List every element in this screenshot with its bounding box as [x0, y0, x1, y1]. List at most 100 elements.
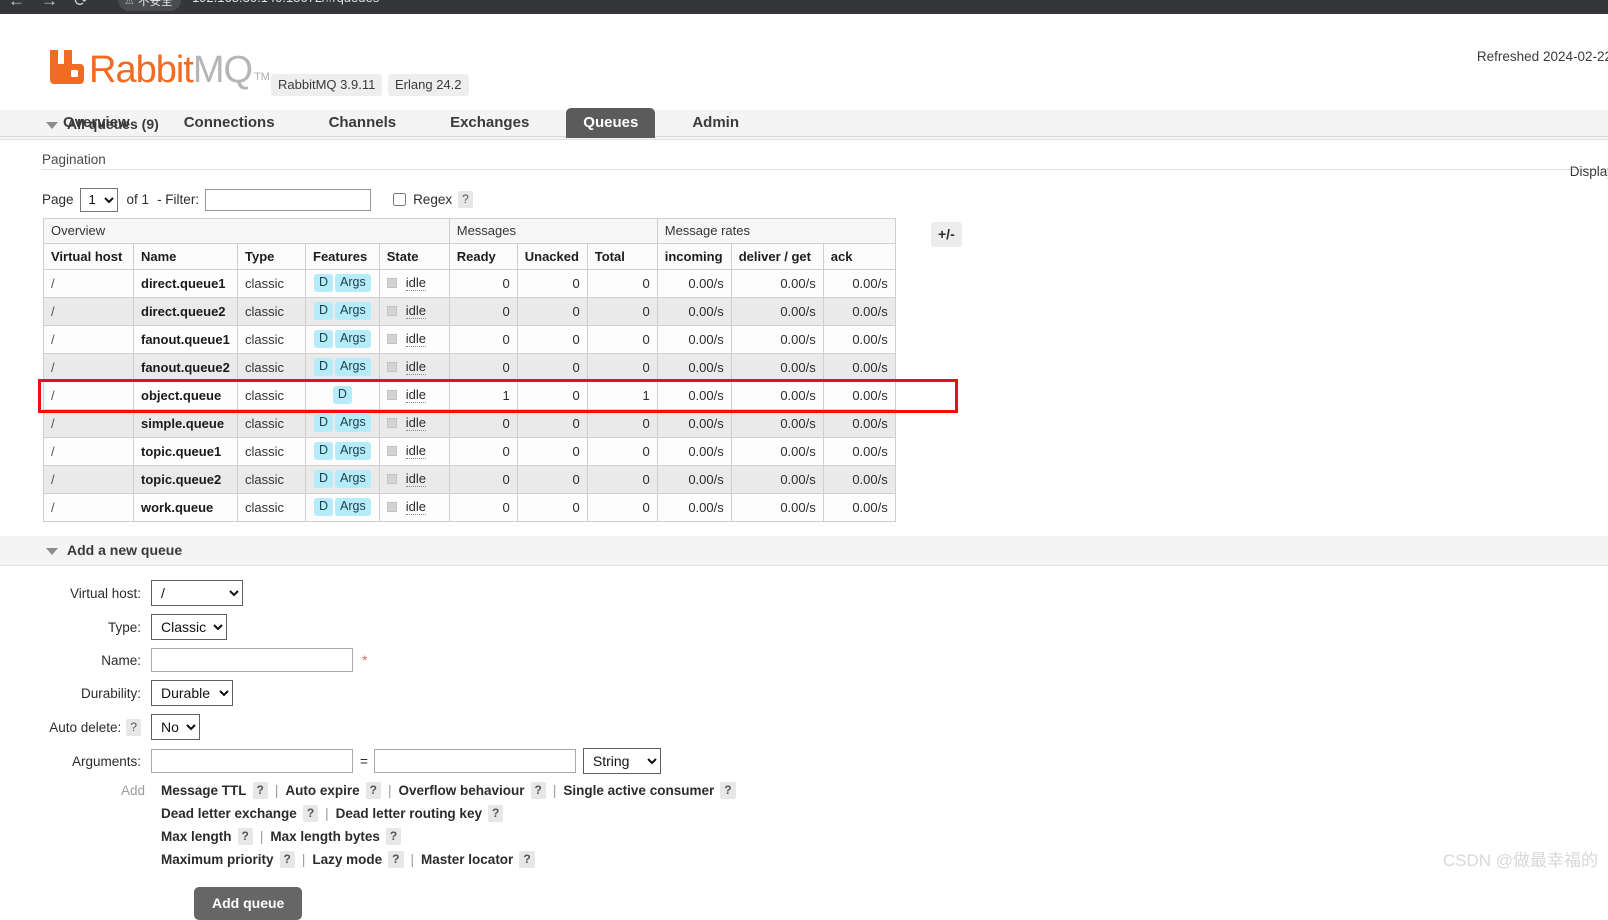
add-argument-label[interactable]: Add — [121, 783, 159, 798]
col-incoming[interactable]: incoming — [656, 243, 732, 270]
args-badge[interactable]: Args — [335, 498, 371, 516]
preset-help-icon[interactable]: ? — [519, 851, 535, 868]
cell-queue-name[interactable]: direct.queue2 — [133, 297, 238, 326]
address-bar-url[interactable]: 192.168.30.140:15672/#/queues — [192, 0, 379, 5]
durable-badge[interactable]: D — [314, 330, 334, 348]
argument-preset-single-active-consumer[interactable]: Single active consumer — [563, 783, 714, 798]
cell-virtual-host: / — [43, 465, 134, 494]
regex-checkbox[interactable] — [393, 193, 407, 206]
argument-key-input[interactable] — [151, 749, 353, 773]
argument-preset-message-ttl[interactable]: Message TTL — [161, 783, 247, 798]
preset-help-icon[interactable]: ? — [365, 782, 381, 799]
args-badge[interactable]: Args — [335, 302, 371, 320]
page-select[interactable]: 1 — [79, 187, 118, 212]
tab-channels[interactable]: Channels — [312, 108, 414, 138]
omnibox-security-chip[interactable]: ⚠ 不安全 — [118, 0, 182, 11]
toggle-columns-button[interactable]: +/- — [931, 222, 962, 247]
col-total[interactable]: Total — [586, 243, 658, 270]
args-badge[interactable]: Args — [335, 274, 371, 292]
filter-input[interactable] — [205, 188, 372, 211]
tab-queues[interactable]: Queues — [566, 108, 656, 138]
durable-badge[interactable]: D — [332, 386, 352, 404]
preset-help-icon[interactable]: ? — [237, 828, 253, 845]
preset-help-icon[interactable]: ? — [385, 828, 402, 845]
durable-badge[interactable]: D — [314, 358, 334, 376]
tab-connections[interactable]: Connections — [167, 108, 292, 138]
autodelete-select[interactable]: No — [151, 714, 200, 740]
args-badge[interactable]: Args — [335, 442, 371, 460]
table-row[interactable]: / topic.queue1 classic D Args idle 0 0 0 0.00/s 0.… — [43, 437, 896, 466]
argument-type-select[interactable]: String — [582, 748, 661, 774]
tab-admin[interactable]: Admin — [675, 108, 756, 138]
argument-preset-max-length[interactable]: Max length — [161, 829, 232, 844]
rabbitmq-logo[interactable]: RabbitMQ TM — [46, 46, 270, 89]
argument-preset-auto-expire[interactable]: Auto expire — [285, 783, 359, 798]
col-ack[interactable]: ack — [822, 243, 896, 270]
add-queue-section-header[interactable]: Add a new queue — [0, 536, 1608, 566]
col-type[interactable]: Type — [237, 243, 306, 270]
col-deliver-get[interactable]: deliver / get — [730, 243, 824, 270]
cell-queue-name[interactable]: fanout.queue2 — [133, 353, 238, 382]
cell-incoming: 0.00/s — [656, 465, 732, 494]
collapse-caret-icon[interactable] — [46, 121, 58, 129]
autodelete-help-icon[interactable]: ? — [126, 718, 141, 736]
display-options-label[interactable]: Display — [1570, 164, 1608, 179]
table-row[interactable]: / fanout.queue1 classic D Args idle 0 0 0 0.00/s 0… — [43, 325, 896, 354]
tab-overview[interactable]: Overview — [46, 108, 147, 138]
cell-queue-name[interactable]: fanout.queue1 — [133, 325, 238, 354]
durable-badge[interactable]: D — [314, 302, 334, 320]
preset-help-icon[interactable]: ? — [388, 851, 404, 868]
table-row[interactable]: / object.queue classic Didle 1 0 1 0.00/s 0.00/s… — [43, 381, 896, 410]
table-row[interactable]: / work.queue classic D Args idle 0 0 0 0.00/s 0.00… — [43, 493, 896, 522]
cell-queue-name[interactable]: topic.queue1 — [133, 437, 238, 466]
durable-badge[interactable]: D — [314, 470, 334, 488]
table-row[interactable]: / simple.queue classic D Args idle 0 0 0 0.00/s 0.… — [43, 409, 896, 438]
argument-value-input[interactable] — [373, 749, 576, 773]
browser-nav-icons[interactable]: ←→⟳ — [8, 0, 104, 11]
preset-help-icon[interactable]: ? — [720, 782, 736, 799]
cell-queue-name[interactable]: object.queue — [133, 381, 238, 410]
durable-badge[interactable]: D — [314, 274, 334, 292]
add-queue-collapse-caret-icon[interactable] — [46, 547, 58, 555]
durable-badge[interactable]: D — [314, 414, 334, 432]
durability-select[interactable]: Durable — [151, 680, 233, 706]
col-ready[interactable]: Ready — [448, 243, 518, 270]
col-unacked[interactable]: Unacked — [516, 243, 588, 270]
col-name[interactable]: Name — [133, 243, 238, 270]
argument-preset-overflow-behaviour[interactable]: Overflow behaviour — [399, 783, 525, 798]
args-badge[interactable]: Args — [335, 358, 371, 376]
table-row[interactable]: / topic.queue2 classic D Args idle 0 0 0 0.00/s 0.… — [43, 465, 896, 494]
args-badge[interactable]: Args — [335, 414, 371, 432]
type-select[interactable]: Classic — [151, 614, 227, 640]
argument-preset-maximum-priority[interactable]: Maximum priority — [161, 852, 274, 867]
col-state[interactable]: State — [378, 243, 450, 270]
preset-help-icon[interactable]: ? — [279, 851, 295, 868]
preset-help-icon[interactable]: ? — [252, 782, 268, 799]
argument-preset-lazy-mode[interactable]: Lazy mode — [312, 852, 382, 867]
table-row[interactable]: / fanout.queue2 classic D Args idle 0 0 0 0.00/s 0… — [43, 353, 896, 382]
table-row[interactable]: / direct.queue1 classic D Args idle 0 0 0 0.00/s 0… — [43, 269, 896, 298]
argument-preset-master-locator[interactable]: Master locator — [421, 852, 513, 867]
name-input[interactable] — [151, 648, 353, 672]
args-badge[interactable]: Args — [335, 470, 371, 488]
regex-help-icon[interactable]: ? — [458, 191, 473, 208]
durable-badge[interactable]: D — [314, 498, 334, 516]
col-features[interactable]: Features — [305, 243, 380, 270]
table-row[interactable]: / direct.queue2 classic D Args idle 0 0 0 0.00/s 0… — [43, 297, 896, 326]
tab-exchanges[interactable]: Exchanges — [433, 108, 546, 138]
argument-preset-dead-letter-exchange[interactable]: Dead letter exchange — [161, 806, 297, 821]
add-queue-button[interactable]: Add queue — [194, 887, 303, 920]
preset-help-icon[interactable]: ? — [302, 805, 319, 822]
cell-queue-name[interactable]: work.queue — [133, 493, 238, 522]
argument-preset-dead-letter-routing-key[interactable]: Dead letter routing key — [336, 806, 482, 821]
vhost-select[interactable]: / — [151, 580, 243, 606]
args-badge[interactable]: Args — [335, 330, 371, 348]
preset-help-icon[interactable]: ? — [487, 805, 504, 822]
cell-queue-name[interactable]: direct.queue1 — [133, 269, 238, 298]
argument-preset-max-length-bytes[interactable]: Max length bytes — [270, 829, 380, 844]
cell-queue-name[interactable]: topic.queue2 — [133, 465, 238, 494]
col-virtual-host[interactable]: Virtual host — [43, 243, 134, 270]
durable-badge[interactable]: D — [314, 442, 334, 460]
preset-help-icon[interactable]: ? — [530, 782, 546, 799]
cell-queue-name[interactable]: simple.queue — [133, 409, 238, 438]
